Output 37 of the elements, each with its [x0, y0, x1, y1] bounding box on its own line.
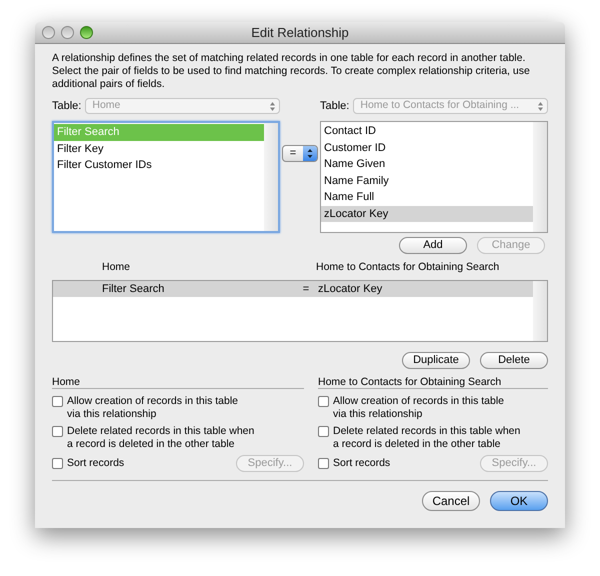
- column-header: Home to Contacts for Obtaining Search: [316, 260, 500, 274]
- table-cell-text: zLocator Key: [318, 282, 382, 297]
- column-header: Home: [102, 260, 132, 274]
- checkbox[interactable]: [52, 426, 63, 437]
- close-button[interactable]: [42, 26, 55, 39]
- minimize-button[interactable]: [61, 26, 74, 39]
- cancel-button[interactable]: Cancel: [422, 491, 480, 511]
- stepper-arrows-icon: [269, 100, 276, 112]
- push-button[interactable]: Add: [399, 237, 467, 254]
- description-text: A relationship defines the set of matching related records in one table for each record in another table. Select the pair of fields to be used to find matching records. To create complex relationship criteria, use additional pairs of fields.: [52, 52, 531, 91]
- push-button[interactable]: Duplicate: [402, 352, 470, 369]
- criteria-row[interactable]: Filter Search = zLocator Key: [53, 281, 533, 297]
- section-heading: Home to Contacts for Obtaining Search: [318, 375, 548, 389]
- checkbox[interactable]: [318, 396, 329, 407]
- checkbox[interactable]: [318, 458, 329, 469]
- checkbox-label[interactable]: Delete related records in this table when a record is deleted in the other table: [333, 425, 520, 451]
- operator-popup[interactable]: =: [282, 145, 318, 162]
- checkbox[interactable]: [52, 458, 63, 469]
- checkbox-label[interactable]: Sort records: [333, 457, 390, 470]
- stepper-arrows-icon: [537, 100, 544, 112]
- checkbox-label[interactable]: Delete related records in this table when a record is deleted in the other table: [67, 425, 254, 451]
- push-button[interactable]: Delete: [480, 352, 548, 369]
- checkbox[interactable]: [52, 396, 63, 407]
- checkbox-label[interactable]: Allow creation of records in this table via this relationship: [333, 395, 504, 421]
- stepper-arrows-icon: [303, 146, 317, 161]
- table-cell-text: Filter Search: [102, 282, 166, 297]
- table-cell-text: =: [302, 282, 310, 297]
- table-label: Table:: [52, 98, 82, 114]
- checkbox[interactable]: [318, 426, 329, 437]
- ok-button[interactable]: OK: [490, 491, 548, 511]
- section-heading: Home: [52, 375, 304, 389]
- zoom-button[interactable]: [80, 26, 93, 39]
- window-title: Edit Relationship: [251, 24, 349, 42]
- checkbox-label[interactable]: Allow creation of records in this table via this relationship: [67, 395, 238, 421]
- table-label: Table:: [320, 98, 350, 114]
- checkbox-label[interactable]: Sort records: [67, 457, 124, 470]
- scrollbar-track: [533, 281, 547, 341]
